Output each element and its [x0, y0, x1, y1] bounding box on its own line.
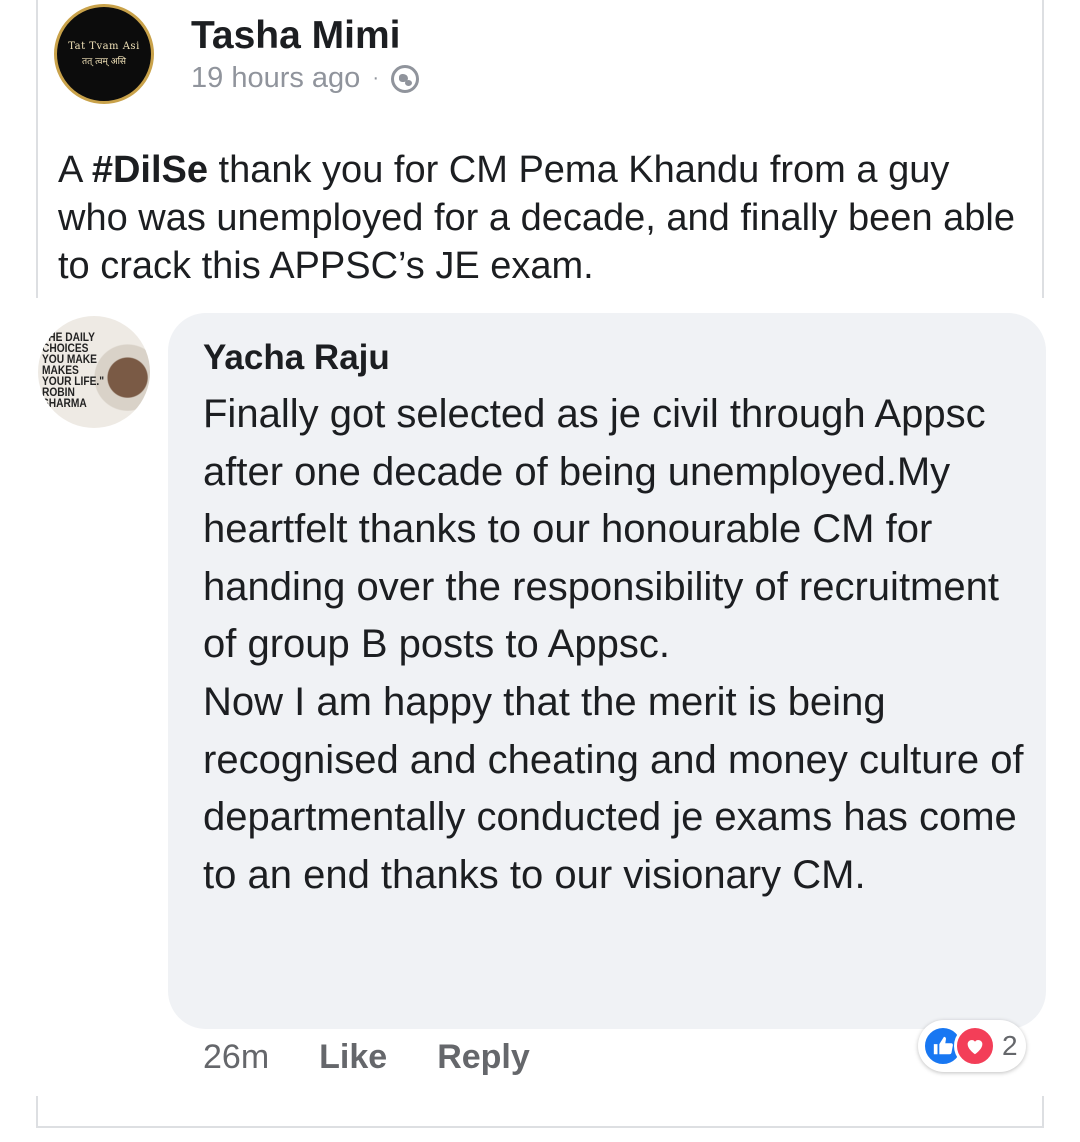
- post-author-avatar[interactable]: Tat Tvam Asi तत् त्वम् असि: [54, 4, 154, 104]
- comment-actions: 26m Like Reply: [203, 1038, 530, 1077]
- comment-author-name[interactable]: Yacha Raju: [203, 338, 390, 378]
- avatar-text: तत् त्वम् असि: [81, 57, 127, 67]
- post-text: A #DilSe thank you for CM Pema Khandu fr…: [58, 146, 1018, 290]
- post-timestamp[interactable]: 19 hours ago: [191, 62, 360, 95]
- comment-frame: [36, 1096, 1044, 1128]
- avatar-text: Tat Tvam Asi: [68, 41, 140, 52]
- avatar-quote: THE DAILY CHOICES YOU MAKE MAKES YOUR LI…: [42, 330, 105, 410]
- hashtag-link[interactable]: #DilSe: [92, 149, 208, 191]
- reactions-summary[interactable]: 2: [918, 1020, 1026, 1072]
- post-meta: 19 hours ago ·: [191, 62, 419, 95]
- post-text-prefix: A: [58, 149, 92, 191]
- like-button[interactable]: Like: [319, 1038, 387, 1077]
- love-icon: [954, 1025, 996, 1067]
- comment-author-avatar[interactable]: THE DAILY CHOICES YOU MAKE MAKES YOUR LI…: [38, 316, 150, 428]
- reaction-count: 2: [1002, 1030, 1018, 1061]
- globe-icon: [390, 64, 419, 93]
- comment-time[interactable]: 26m: [203, 1038, 269, 1077]
- comment-text: Finally got selected as je civil through…: [203, 386, 1033, 904]
- meta-separator: ·: [372, 67, 379, 89]
- comment-paragraph: Finally got selected as je civil through…: [203, 392, 999, 667]
- comment-paragraph: Now I am happy that the merit is being r…: [203, 679, 1024, 897]
- reply-button[interactable]: Reply: [437, 1038, 530, 1077]
- post-author-name[interactable]: Tasha Mimi: [191, 14, 401, 58]
